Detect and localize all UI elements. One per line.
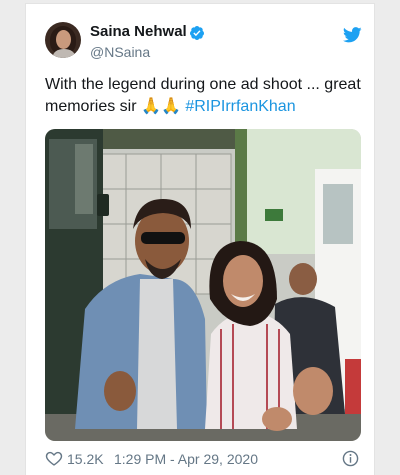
tweet-text: With the legend during one ad shoot ... … [45, 74, 363, 118]
verified-badge-icon [189, 26, 204, 40]
author-name[interactable]: Saina Nehwal [90, 23, 187, 40]
tweet-card[interactable]: Saina Nehwal @NSaina With the legend dur… [25, 3, 375, 475]
author-handle[interactable]: @NSaina [90, 44, 150, 60]
info-icon[interactable] [342, 450, 359, 467]
hashtag-link[interactable]: #RIPIrrfanKhan [185, 98, 295, 115]
tweet-footer: 15.2K 1:29 PM - Apr 29, 2020 [45, 448, 361, 470]
tweet-photo[interactable] [45, 129, 361, 441]
tweet-timestamp[interactable]: 1:29 PM - Apr 29, 2020 [114, 451, 258, 467]
avatar[interactable] [45, 22, 81, 58]
heart-icon[interactable] [45, 450, 63, 466]
twitter-bird-icon[interactable] [343, 27, 362, 43]
pray-emoji: 🙏🙏 [141, 98, 181, 115]
like-count[interactable]: 15.2K [67, 451, 104, 467]
